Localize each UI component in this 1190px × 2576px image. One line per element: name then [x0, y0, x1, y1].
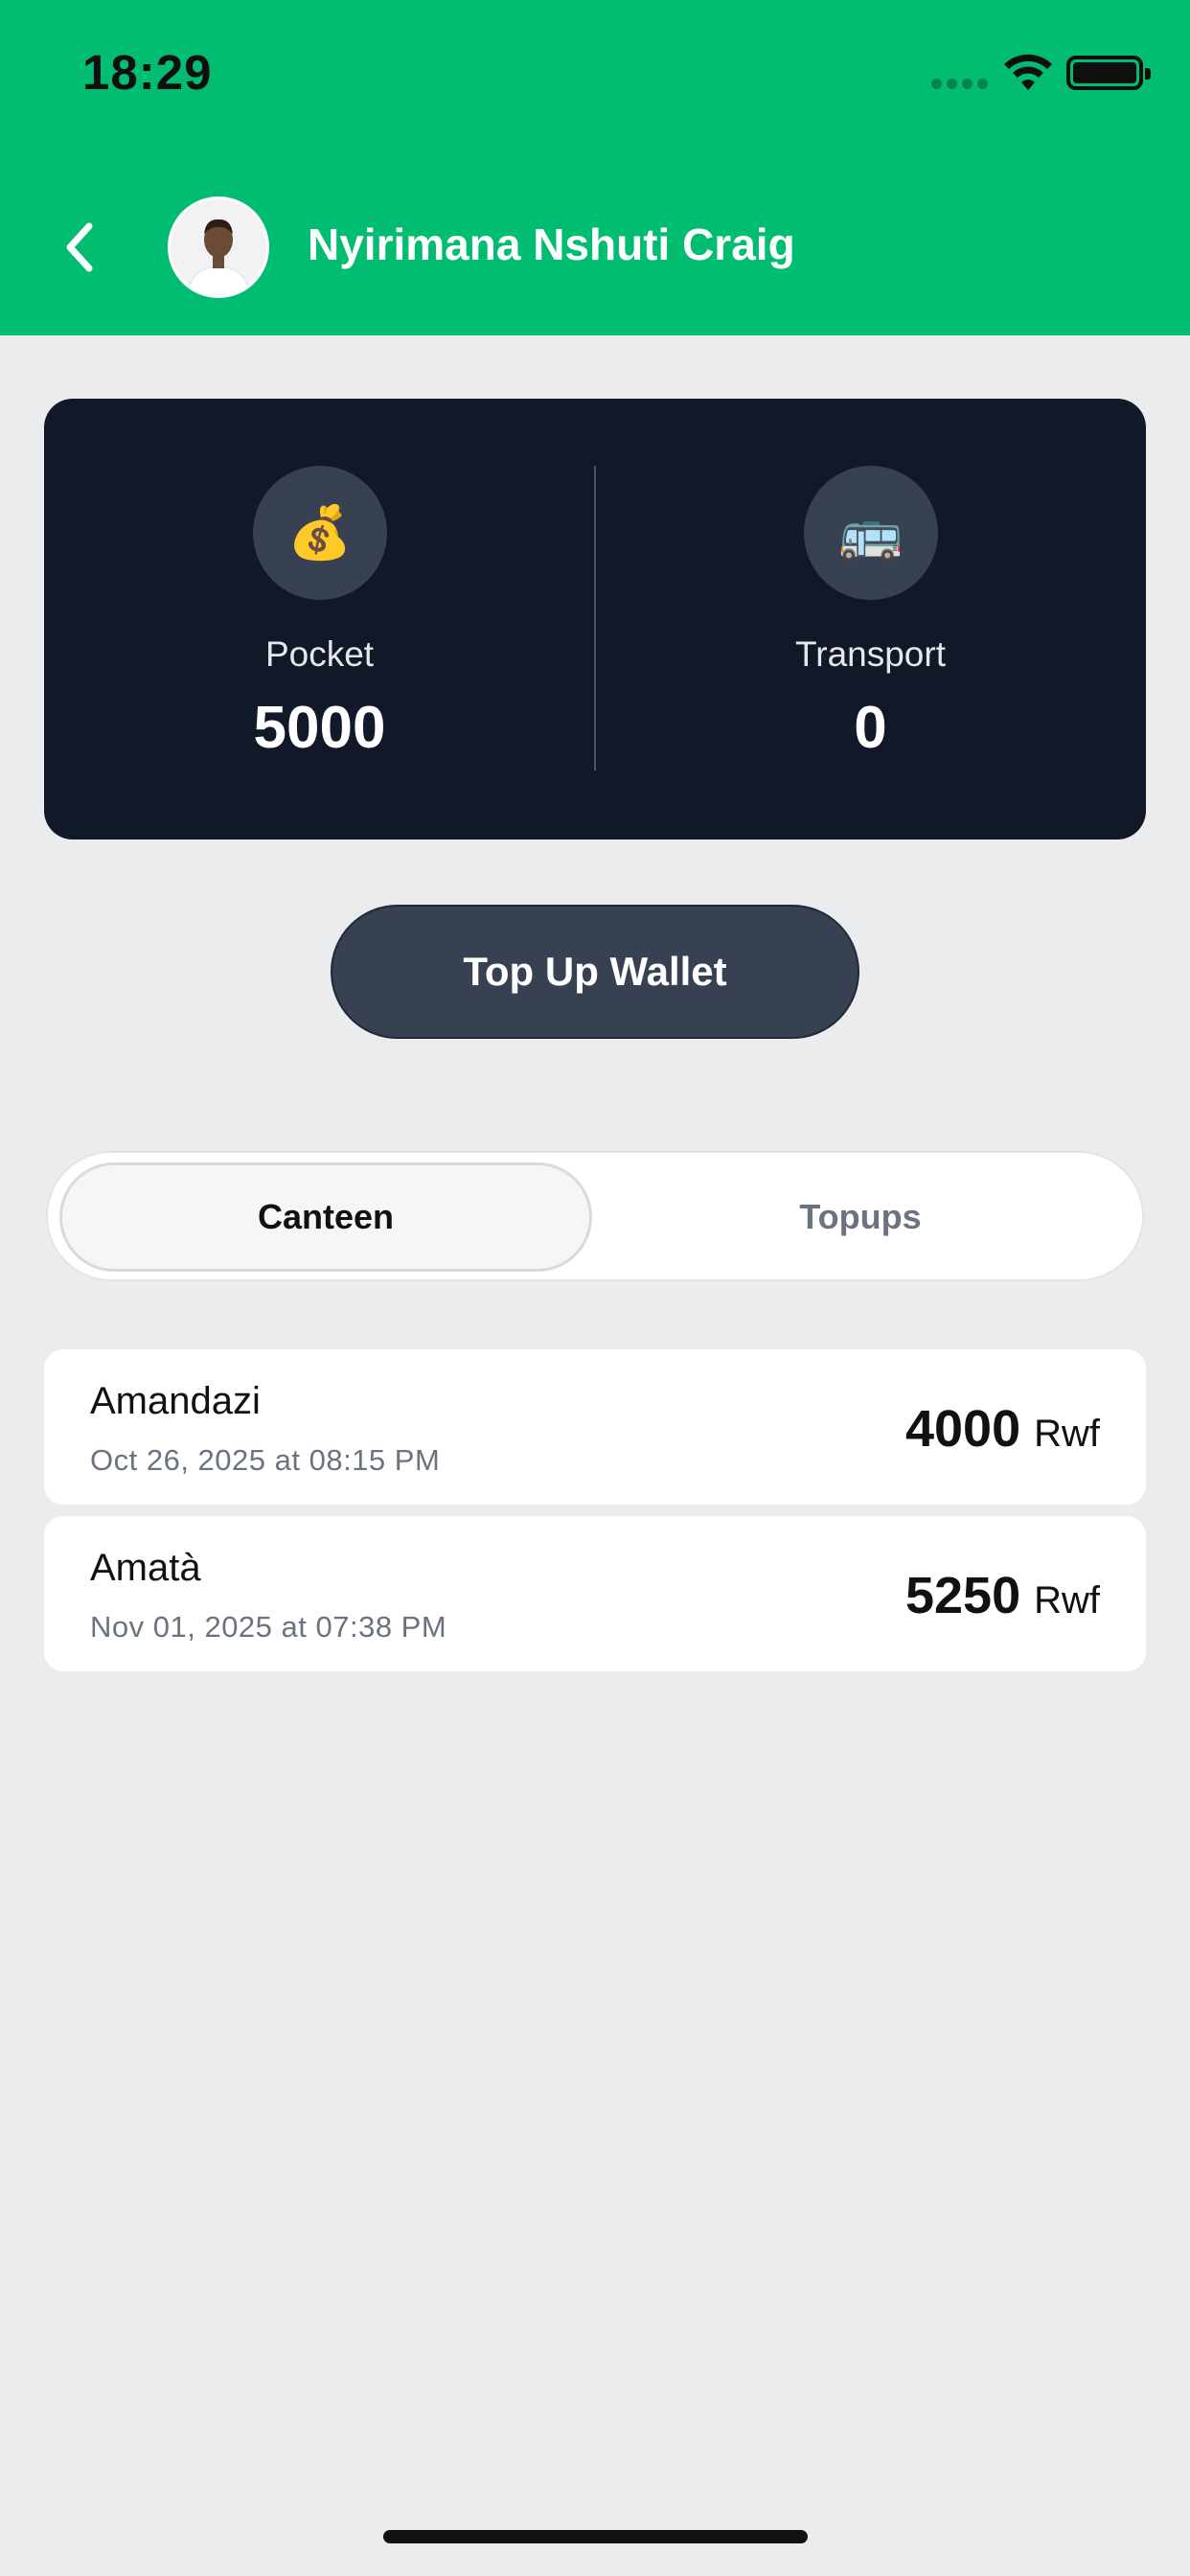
- money-bag-icon: 💰: [253, 466, 387, 600]
- pocket-value: 5000: [253, 695, 386, 761]
- balance-card: 💰 Pocket 5000 🚌 Transport 0: [44, 399, 1146, 840]
- pocket-balance: 💰 Pocket 5000: [44, 399, 595, 840]
- item-amount: 5250 Rwf: [905, 1566, 1100, 1625]
- header-bar: 18:29 Nyirimana Nshuti Craig: [0, 0, 1190, 335]
- amount-unit: Rwf: [1034, 1413, 1100, 1455]
- page-title: Nyirimana Nshuti Craig: [308, 219, 795, 269]
- item-name: Amandazi: [90, 1380, 261, 1422]
- item-date: Oct 26, 2025 at 08:15 PM: [90, 1443, 441, 1477]
- item-date: Nov 01, 2025 at 07:38 PM: [90, 1610, 447, 1644]
- user-photo-icon: [171, 199, 266, 295]
- transport-label: Transport: [795, 634, 946, 674]
- amount-value: 4000: [904, 1400, 1021, 1458]
- bus-icon: 🚌: [804, 466, 938, 600]
- item-name: Amatà: [90, 1547, 201, 1589]
- item-amount: 4000 Rwf: [905, 1399, 1100, 1459]
- list-item[interactable]: Amandazi Oct 26, 2025 at 08:15 PM 4000 R…: [44, 1349, 1146, 1505]
- list-item[interactable]: Amatà Nov 01, 2025 at 07:38 PM 5250 Rwf: [44, 1516, 1146, 1671]
- tab-canteen[interactable]: Canteen: [59, 1162, 592, 1272]
- wifi-icon: [1004, 54, 1052, 90]
- pocket-label: Pocket: [264, 634, 375, 674]
- tab-topups[interactable]: Topups: [594, 1162, 1127, 1272]
- battery-icon: [1066, 56, 1151, 90]
- home-indicator[interactable]: [383, 2530, 808, 2543]
- status-time: 18:29: [82, 45, 213, 100]
- transport-balance: 🚌 Transport 0: [595, 399, 1146, 840]
- top-up-wallet-button[interactable]: Top Up Wallet: [331, 905, 859, 1039]
- back-button[interactable]: [56, 216, 103, 278]
- avatar[interactable]: [168, 196, 269, 298]
- chevron-left-icon: [66, 222, 93, 271]
- transport-value: 0: [854, 695, 887, 761]
- amount-unit: Rwf: [1034, 1579, 1100, 1622]
- wallet-screen: 18:29 Nyirimana Nshuti Craig 💰 Pocket 50…: [0, 0, 1190, 2576]
- tab-bar: Canteen Topups: [46, 1151, 1144, 1281]
- cellular-signal-icon: [931, 79, 989, 92]
- amount-value: 5250: [904, 1567, 1021, 1624]
